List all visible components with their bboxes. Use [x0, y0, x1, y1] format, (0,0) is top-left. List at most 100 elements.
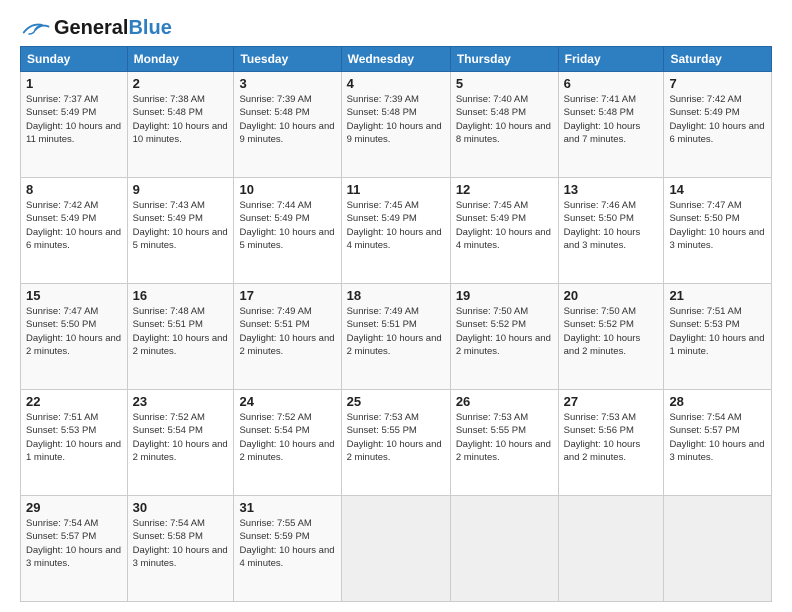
calendar-cell: 14 Sunrise: 7:47 AM Sunset: 5:50 PM Dayl…: [664, 178, 772, 284]
day-number: 3: [239, 76, 335, 91]
daylight: Daylight: 10 hours and 3 minutes.: [564, 227, 641, 251]
daylight: Daylight: 10 hours and 2 minutes.: [239, 333, 334, 357]
day-info: Sunrise: 7:47 AM Sunset: 5:50 PM Dayligh…: [26, 305, 122, 358]
day-number: 26: [456, 394, 553, 409]
daylight: Daylight: 10 hours and 2 minutes.: [564, 439, 641, 463]
calendar-cell: 26 Sunrise: 7:53 AM Sunset: 5:55 PM Dayl…: [450, 390, 558, 496]
page: GeneralBlue Sunday Monday Tuesday Wednes…: [0, 0, 792, 612]
sunrise: Sunrise: 7:45 AM: [347, 200, 419, 211]
daylight: Daylight: 10 hours and 5 minutes.: [239, 227, 334, 251]
sunset: Sunset: 5:48 PM: [564, 107, 634, 118]
sunrise: Sunrise: 7:45 AM: [456, 200, 528, 211]
day-number: 31: [239, 500, 335, 515]
sunset: Sunset: 5:48 PM: [133, 107, 203, 118]
day-info: Sunrise: 7:48 AM Sunset: 5:51 PM Dayligh…: [133, 305, 229, 358]
calendar-cell: 24 Sunrise: 7:52 AM Sunset: 5:54 PM Dayl…: [234, 390, 341, 496]
header: GeneralBlue: [20, 18, 772, 38]
day-info: Sunrise: 7:42 AM Sunset: 5:49 PM Dayligh…: [26, 199, 122, 252]
day-number: 20: [564, 288, 659, 303]
col-friday: Friday: [558, 47, 664, 72]
calendar-cell: 13 Sunrise: 7:46 AM Sunset: 5:50 PM Dayl…: [558, 178, 664, 284]
day-info: Sunrise: 7:52 AM Sunset: 5:54 PM Dayligh…: [133, 411, 229, 464]
day-number: 5: [456, 76, 553, 91]
daylight: Daylight: 10 hours and 2 minutes.: [26, 333, 121, 357]
calendar-cell: 19 Sunrise: 7:50 AM Sunset: 5:52 PM Dayl…: [450, 284, 558, 390]
sunrise: Sunrise: 7:42 AM: [669, 94, 741, 105]
sunset: Sunset: 5:49 PM: [239, 213, 309, 224]
sunset: Sunset: 5:59 PM: [239, 531, 309, 542]
calendar-table: Sunday Monday Tuesday Wednesday Thursday…: [20, 46, 772, 602]
calendar-cell: [341, 496, 450, 602]
sunset: Sunset: 5:49 PM: [456, 213, 526, 224]
calendar-cell: 20 Sunrise: 7:50 AM Sunset: 5:52 PM Dayl…: [558, 284, 664, 390]
daylight: Daylight: 10 hours and 2 minutes.: [456, 439, 551, 463]
day-number: 12: [456, 182, 553, 197]
day-number: 11: [347, 182, 445, 197]
day-number: 18: [347, 288, 445, 303]
sunset: Sunset: 5:50 PM: [669, 213, 739, 224]
daylight: Daylight: 10 hours and 9 minutes.: [239, 121, 334, 145]
day-info: Sunrise: 7:54 AM Sunset: 5:57 PM Dayligh…: [26, 517, 122, 570]
day-info: Sunrise: 7:50 AM Sunset: 5:52 PM Dayligh…: [564, 305, 659, 358]
day-info: Sunrise: 7:41 AM Sunset: 5:48 PM Dayligh…: [564, 93, 659, 146]
calendar-cell: 2 Sunrise: 7:38 AM Sunset: 5:48 PM Dayli…: [127, 72, 234, 178]
calendar-week-2: 8 Sunrise: 7:42 AM Sunset: 5:49 PM Dayli…: [21, 178, 772, 284]
sunset: Sunset: 5:53 PM: [26, 425, 96, 436]
col-wednesday: Wednesday: [341, 47, 450, 72]
day-number: 22: [26, 394, 122, 409]
sunset: Sunset: 5:48 PM: [456, 107, 526, 118]
day-info: Sunrise: 7:53 AM Sunset: 5:55 PM Dayligh…: [456, 411, 553, 464]
calendar-cell: 7 Sunrise: 7:42 AM Sunset: 5:49 PM Dayli…: [664, 72, 772, 178]
calendar-cell: 22 Sunrise: 7:51 AM Sunset: 5:53 PM Dayl…: [21, 390, 128, 496]
sunset: Sunset: 5:55 PM: [456, 425, 526, 436]
sunrise: Sunrise: 7:51 AM: [669, 306, 741, 317]
calendar-cell: 31 Sunrise: 7:55 AM Sunset: 5:59 PM Dayl…: [234, 496, 341, 602]
sunrise: Sunrise: 7:38 AM: [133, 94, 205, 105]
day-number: 21: [669, 288, 766, 303]
daylight: Daylight: 10 hours and 11 minutes.: [26, 121, 121, 145]
calendar-cell: 28 Sunrise: 7:54 AM Sunset: 5:57 PM Dayl…: [664, 390, 772, 496]
day-info: Sunrise: 7:53 AM Sunset: 5:56 PM Dayligh…: [564, 411, 659, 464]
sunset: Sunset: 5:49 PM: [133, 213, 203, 224]
day-info: Sunrise: 7:45 AM Sunset: 5:49 PM Dayligh…: [347, 199, 445, 252]
calendar-cell: 23 Sunrise: 7:52 AM Sunset: 5:54 PM Dayl…: [127, 390, 234, 496]
col-sunday: Sunday: [21, 47, 128, 72]
sunset: Sunset: 5:57 PM: [26, 531, 96, 542]
sunrise: Sunrise: 7:53 AM: [456, 412, 528, 423]
day-number: 10: [239, 182, 335, 197]
sunset: Sunset: 5:56 PM: [564, 425, 634, 436]
day-info: Sunrise: 7:55 AM Sunset: 5:59 PM Dayligh…: [239, 517, 335, 570]
day-info: Sunrise: 7:46 AM Sunset: 5:50 PM Dayligh…: [564, 199, 659, 252]
day-number: 4: [347, 76, 445, 91]
col-tuesday: Tuesday: [234, 47, 341, 72]
sunset: Sunset: 5:49 PM: [26, 213, 96, 224]
day-info: Sunrise: 7:54 AM Sunset: 5:57 PM Dayligh…: [669, 411, 766, 464]
sunrise: Sunrise: 7:42 AM: [26, 200, 98, 211]
daylight: Daylight: 10 hours and 7 minutes.: [564, 121, 641, 145]
sunset: Sunset: 5:50 PM: [26, 319, 96, 330]
sunrise: Sunrise: 7:37 AM: [26, 94, 98, 105]
calendar: Sunday Monday Tuesday Wednesday Thursday…: [20, 46, 772, 602]
daylight: Daylight: 10 hours and 2 minutes.: [133, 439, 228, 463]
sunrise: Sunrise: 7:40 AM: [456, 94, 528, 105]
sunset: Sunset: 5:49 PM: [26, 107, 96, 118]
calendar-cell: 21 Sunrise: 7:51 AM Sunset: 5:53 PM Dayl…: [664, 284, 772, 390]
calendar-week-4: 22 Sunrise: 7:51 AM Sunset: 5:53 PM Dayl…: [21, 390, 772, 496]
daylight: Daylight: 10 hours and 3 minutes.: [669, 439, 764, 463]
header-row: Sunday Monday Tuesday Wednesday Thursday…: [21, 47, 772, 72]
sunset: Sunset: 5:51 PM: [239, 319, 309, 330]
day-number: 24: [239, 394, 335, 409]
day-number: 8: [26, 182, 122, 197]
col-thursday: Thursday: [450, 47, 558, 72]
day-info: Sunrise: 7:38 AM Sunset: 5:48 PM Dayligh…: [133, 93, 229, 146]
daylight: Daylight: 10 hours and 9 minutes.: [347, 121, 442, 145]
logo: GeneralBlue: [20, 18, 172, 38]
day-info: Sunrise: 7:53 AM Sunset: 5:55 PM Dayligh…: [347, 411, 445, 464]
day-number: 16: [133, 288, 229, 303]
day-info: Sunrise: 7:50 AM Sunset: 5:52 PM Dayligh…: [456, 305, 553, 358]
day-info: Sunrise: 7:52 AM Sunset: 5:54 PM Dayligh…: [239, 411, 335, 464]
calendar-cell: 18 Sunrise: 7:49 AM Sunset: 5:51 PM Dayl…: [341, 284, 450, 390]
calendar-cell: 8 Sunrise: 7:42 AM Sunset: 5:49 PM Dayli…: [21, 178, 128, 284]
sunset: Sunset: 5:57 PM: [669, 425, 739, 436]
sunset: Sunset: 5:49 PM: [669, 107, 739, 118]
